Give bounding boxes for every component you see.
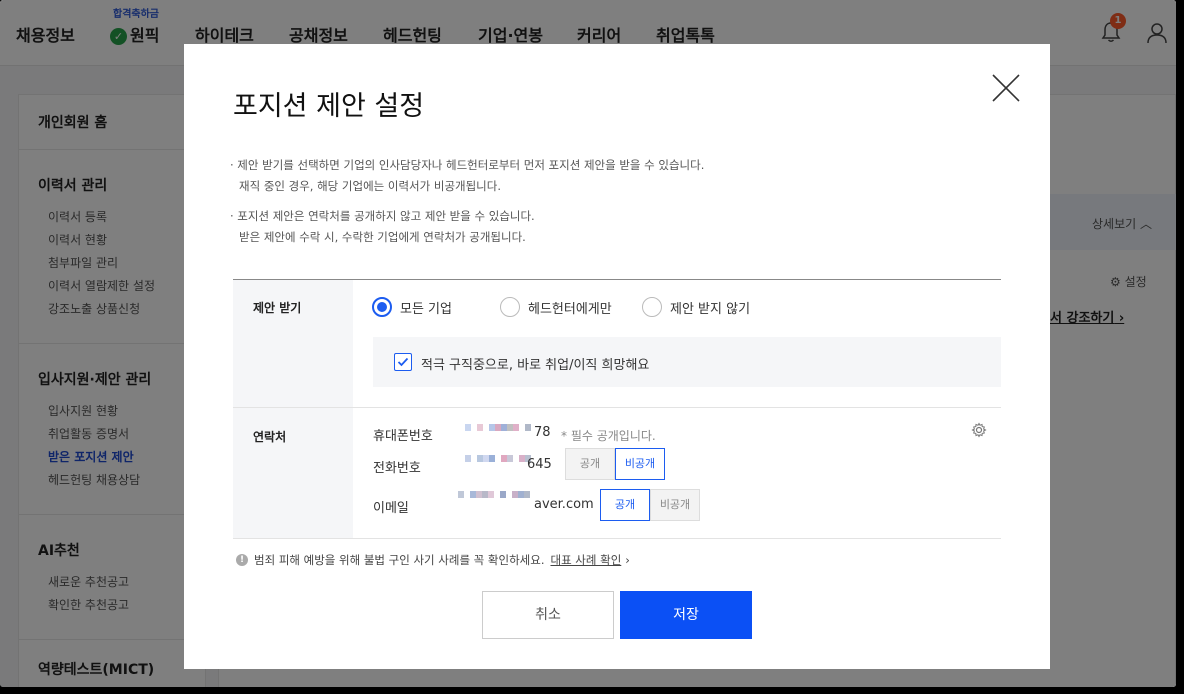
email-private-button[interactable]: 비공개 bbox=[650, 489, 700, 521]
radio-indicator bbox=[642, 297, 662, 317]
checkmark-icon bbox=[397, 357, 409, 367]
mobile-label: 휴대폰번호 bbox=[373, 429, 433, 444]
phone-value-suffix: 645 bbox=[527, 457, 552, 472]
info-icon: ! bbox=[236, 554, 248, 566]
phone-masked bbox=[465, 455, 531, 469]
email-label: 이메일 bbox=[373, 501, 409, 516]
radio-indicator bbox=[372, 297, 392, 317]
divider bbox=[233, 538, 1001, 539]
radio-headhunter-only[interactable]: 헤드헌터에게만 bbox=[500, 297, 612, 317]
contact-label: 연락처 bbox=[253, 430, 287, 444]
radio-all-companies[interactable]: 모든 기업 bbox=[372, 297, 452, 317]
close-icon[interactable] bbox=[990, 72, 1022, 104]
cancel-button[interactable]: 취소 bbox=[482, 591, 614, 639]
fraud-cases-link[interactable]: 대표 사례 확인 bbox=[550, 552, 621, 568]
fraud-warning: ! 범죄 피해 예방을 위해 불법 구인 사기 사례를 꼭 확인하세요. 대표 … bbox=[236, 552, 630, 568]
mobile-required-note: * 필수 공개입니다. bbox=[561, 429, 656, 443]
chevron-right-icon: › bbox=[625, 553, 630, 567]
note-2: · 포지션 제안은 연락처를 공개하지 않고 제안 받을 수 있습니다. 받은 … bbox=[230, 209, 535, 244]
divider bbox=[233, 407, 1001, 408]
active-job-seeking-label: 적극 구직중으로, 바로 취업/이직 희망해요 bbox=[421, 358, 650, 373]
radio-no-offers[interactable]: 제안 받지 않기 bbox=[642, 297, 750, 317]
active-job-seeking-checkbox[interactable] bbox=[394, 353, 412, 371]
position-offer-modal: 포지션 제안 설정 · 제안 받기를 선택하면 기업의 인사담당자나 헤드헌터로… bbox=[184, 44, 1050, 669]
phone-public-button[interactable]: 공개 bbox=[565, 448, 615, 480]
receive-label: 제안 받기 bbox=[253, 301, 302, 315]
email-value-suffix: aver.com bbox=[534, 497, 594, 512]
email-public-button[interactable]: 공개 bbox=[600, 489, 650, 521]
mobile-masked bbox=[465, 424, 531, 438]
mobile-value-suffix: 78 bbox=[534, 425, 551, 440]
phone-label: 전화번호 bbox=[373, 461, 421, 476]
save-button[interactable]: 저장 bbox=[620, 591, 752, 639]
email-masked bbox=[458, 491, 530, 505]
gear-icon[interactable] bbox=[971, 422, 987, 438]
phone-private-button[interactable]: 비공개 bbox=[615, 448, 665, 480]
app-frame: 합격축하금 채용정보 ✓원픽 하이테크 공채정보 헤드헌팅 기업·연봉 커리어 … bbox=[0, 0, 1176, 687]
active-job-seeking-box: 적극 구직중으로, 바로 취업/이직 희망해요 bbox=[373, 337, 1001, 387]
modal-title: 포지션 제안 설정 bbox=[233, 91, 425, 122]
label-column bbox=[233, 280, 353, 538]
note-1: · 제안 받기를 선택하면 기업의 인사담당자나 헤드헌터로부터 먼저 포지션 … bbox=[230, 158, 705, 193]
radio-indicator bbox=[500, 297, 520, 317]
